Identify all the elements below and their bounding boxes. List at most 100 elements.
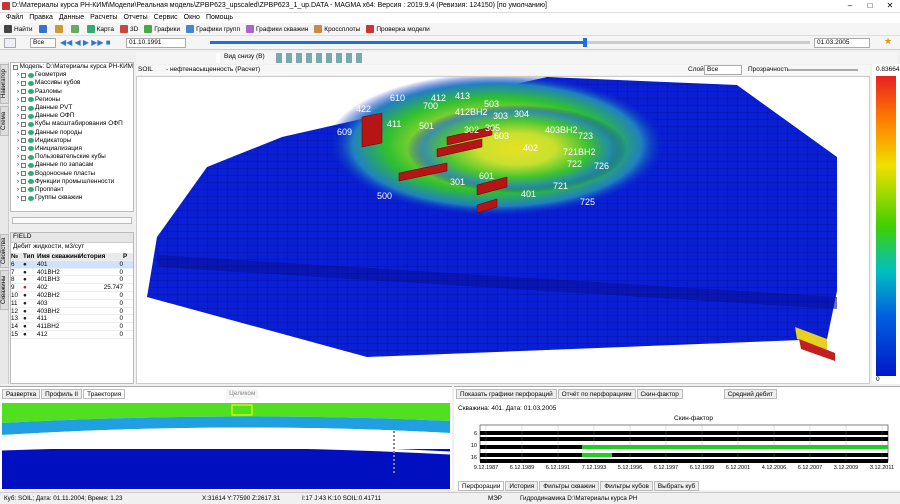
well-label[interactable]: 722	[567, 159, 582, 169]
well-label[interactable]: 603	[494, 131, 509, 141]
star-icon[interactable]: ★	[884, 36, 892, 47]
checkbox[interactable]	[21, 72, 26, 78]
well-label[interactable]: 303	[493, 111, 508, 121]
tree-item[interactable]: › Данные по запасам	[11, 161, 133, 169]
checkbox[interactable]	[21, 97, 26, 103]
tab-wells[interactable]: Скважины	[0, 270, 9, 310]
well-label[interactable]: 302	[464, 125, 479, 135]
layer-select[interactable]: Все	[704, 65, 742, 75]
checkbox[interactable]	[21, 121, 26, 127]
parameter-select[interactable]: Дебит жидкости, м3/сут	[11, 242, 133, 251]
checkbox[interactable]	[21, 89, 26, 95]
well-label[interactable]: 402	[523, 143, 538, 153]
expand-arrow-icon[interactable]: ›	[17, 79, 19, 87]
table-row[interactable]: 9 ● 402 25.747	[11, 284, 133, 292]
checkbox[interactable]	[21, 162, 26, 168]
transparency-slider[interactable]	[788, 69, 858, 71]
well-label[interactable]: 725	[580, 197, 595, 207]
menu-calc[interactable]: Расчеты	[90, 13, 117, 23]
well-label[interactable]: 304	[514, 109, 529, 119]
checkbox[interactable]	[21, 187, 26, 193]
expand-arrow-icon[interactable]: ›	[17, 137, 19, 145]
field-select[interactable]: FIELD	[11, 233, 133, 242]
table-row[interactable]: 12 ● 403BH2 0	[11, 308, 133, 316]
well-label[interactable]: 500	[377, 191, 392, 201]
checkbox[interactable]	[21, 195, 26, 201]
open-icon[interactable]	[53, 24, 67, 35]
menu-edit[interactable]: Правка	[29, 13, 53, 23]
menu-help[interactable]: Помощь	[206, 13, 233, 23]
timeline-slider[interactable]	[210, 38, 810, 47]
find-button[interactable]: Найти	[2, 24, 35, 35]
view-mode-select[interactable]: Вид снизу (В)	[222, 53, 272, 63]
horizontal-scrollbar[interactable]	[12, 217, 132, 224]
tab-well-filters[interactable]: Фильтры скважин	[539, 481, 600, 491]
checkbox[interactable]	[21, 138, 26, 144]
tree-item[interactable]: › Индикаторы	[11, 137, 133, 145]
tab-choose-cube[interactable]: Выбрать куб	[653, 481, 700, 491]
well-label[interactable]: 501	[419, 121, 434, 131]
tree-item[interactable]: › Данные породы	[11, 129, 133, 137]
checkbox[interactable]	[21, 171, 26, 177]
expand-arrow-icon[interactable]: ›	[17, 194, 19, 202]
tree-item[interactable]: › Группы скважин	[11, 194, 133, 202]
show-perf-button[interactable]: Показать графики перфораций	[456, 389, 557, 399]
well-label[interactable]: 412BH2	[455, 107, 488, 117]
tree-item[interactable]: › Инициализация	[11, 145, 133, 153]
table-row[interactable]: 15 ● 412 0	[11, 331, 133, 339]
menu-file[interactable]: Файл	[6, 13, 23, 23]
well-label[interactable]: 422	[356, 104, 371, 114]
menu-reports[interactable]: Отчеты	[123, 13, 147, 23]
tree-item[interactable]: › Проппант	[11, 186, 133, 194]
tree-item[interactable]: › Разломы	[11, 88, 133, 96]
checkbox[interactable]	[21, 154, 26, 160]
avg-rate-button[interactable]: Средний дебит	[723, 389, 777, 399]
graphs-button[interactable]: Графики	[142, 24, 182, 35]
tab-navigator[interactable]: Навигатор	[0, 64, 9, 104]
expand-arrow-icon[interactable]: ›	[17, 145, 19, 153]
filter-icon[interactable]	[4, 38, 16, 48]
well-label[interactable]: 403BH2	[545, 125, 578, 135]
well-label[interactable]: 601	[479, 171, 494, 181]
well-label[interactable]: 412	[431, 93, 446, 103]
minimize-button[interactable]: –	[840, 0, 860, 12]
table-row[interactable]: 14 ● 411BH2 0	[11, 323, 133, 331]
expand-arrow-icon[interactable]: ›	[17, 153, 19, 161]
checkbox[interactable]	[21, 80, 26, 86]
expand-arrow-icon[interactable]: ›	[17, 88, 19, 96]
checkbox[interactable]	[21, 130, 26, 136]
table-row[interactable]: 6 ● 401 0	[11, 260, 133, 269]
tab-properties[interactable]: Свойства	[0, 234, 9, 268]
table-row[interactable]: 8 ● 401BH3 0	[11, 276, 133, 285]
table-row[interactable]: 10 ● 402BH2 0	[11, 292, 133, 300]
perf-report-button[interactable]: Отчёт по перфорациям	[557, 389, 636, 399]
tree-item[interactable]: › Регионы	[11, 96, 133, 104]
well-label[interactable]: 301	[450, 177, 465, 187]
checkbox[interactable]	[21, 179, 26, 185]
tab-schema[interactable]: Схема	[0, 106, 9, 136]
checkbox[interactable]	[21, 146, 26, 152]
maximize-button[interactable]: □	[860, 0, 880, 12]
table-row[interactable]: 13 ● 411 0	[11, 315, 133, 324]
tab-cube-filters[interactable]: Фильтры кубов	[600, 481, 653, 491]
well-label[interactable]: 609	[337, 127, 352, 137]
well-graphs-button[interactable]: Графики скважин	[244, 24, 310, 35]
tree-item[interactable]: › Функции промышленности	[11, 178, 133, 186]
tree-item[interactable]: › Пользовательские кубы	[11, 153, 133, 161]
expand-arrow-icon[interactable]: ›	[17, 120, 19, 128]
group-graphs-button[interactable]: Графики групп	[184, 24, 242, 35]
current-date-field[interactable]: 01.03.2005	[814, 38, 870, 48]
3d-button[interactable]: 3D	[118, 24, 140, 35]
well-label[interactable]: 401	[521, 189, 536, 199]
whole-toggle[interactable]: Целиком	[226, 389, 259, 399]
tree-item[interactable]: › Массивы кубов	[11, 79, 133, 87]
well-label[interactable]: 610	[390, 93, 405, 103]
skin-factor-select[interactable]: Скин-фактор	[636, 389, 683, 399]
map-button[interactable]: Карта	[85, 24, 116, 35]
menu-service[interactable]: Сервис	[154, 13, 178, 23]
expand-arrow-icon[interactable]: ›	[17, 170, 19, 178]
expand-arrow-icon[interactable]: ›	[17, 161, 19, 169]
3d-viewport[interactable]: 610 422 700 412 413 503 412BH2 303 304 609 411 501 3…	[136, 76, 870, 384]
playback-controls[interactable]: ◀◀ ◀ ▶ ▶▶ ■	[60, 38, 111, 47]
crossplots-button[interactable]: Кроссплоты	[312, 24, 362, 35]
